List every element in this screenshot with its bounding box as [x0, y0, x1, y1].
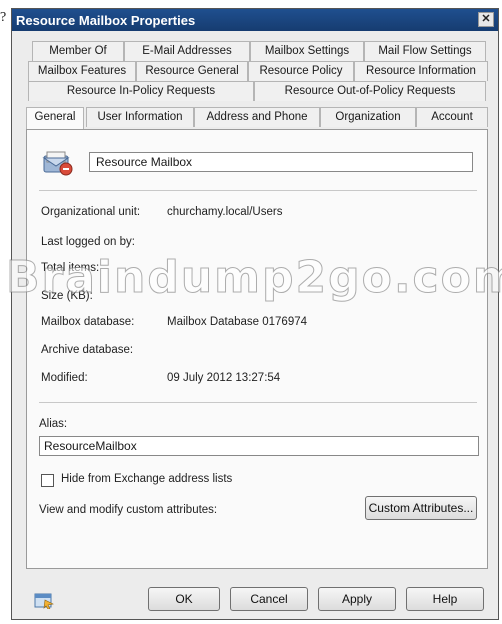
- tab-account[interactable]: Account: [416, 107, 488, 127]
- general-tab-panel: Resource Mailbox Organizational unit: ch…: [26, 129, 488, 569]
- divider: [39, 402, 477, 403]
- apply-button[interactable]: Apply: [318, 587, 396, 611]
- org-unit-label: Organizational unit:: [41, 206, 141, 218]
- resource-mailbox-icon: [42, 151, 73, 176]
- modified-value: 09 July 2012 13:27:54: [167, 372, 281, 384]
- mailbox-database-value: Mailbox Database 0176974: [167, 316, 308, 328]
- tab-resource-out-of-policy-requests[interactable]: Resource Out-of-Policy Requests: [254, 81, 486, 101]
- tab-resource-information[interactable]: Resource Information: [354, 61, 488, 81]
- divider: [39, 190, 477, 191]
- ok-button[interactable]: OK: [148, 587, 220, 611]
- properties-dialog: Resource Mailbox Properties ✕ Member Of …: [11, 8, 499, 620]
- tab-email-addresses[interactable]: E-Mail Addresses: [124, 41, 250, 61]
- tab-member-of[interactable]: Member Of: [32, 41, 124, 61]
- hide-from-address-lists-checkbox[interactable]: [41, 474, 54, 487]
- alias-input[interactable]: ResourceMailbox: [39, 436, 479, 456]
- custom-attributes-label: View and modify custom attributes:: [39, 504, 218, 516]
- close-button[interactable]: ✕: [478, 12, 494, 27]
- mailbox-database-label: Mailbox database:: [41, 316, 135, 328]
- last-logged-on-label: Last logged on by:: [41, 236, 135, 248]
- tab-general[interactable]: General: [26, 107, 84, 129]
- modified-label: Modified:: [41, 372, 88, 384]
- size-label: Size (KB):: [41, 290, 93, 302]
- tab-resource-in-policy-requests[interactable]: Resource In-Policy Requests: [28, 81, 254, 101]
- tab-mail-flow-settings[interactable]: Mail Flow Settings: [364, 41, 486, 61]
- hide-from-address-lists-label: Hide from Exchange address lists: [61, 473, 233, 485]
- stray-glyph: ?: [0, 10, 7, 25]
- display-name-field[interactable]: Resource Mailbox: [89, 152, 473, 172]
- help-button[interactable]: Help: [406, 587, 484, 611]
- tab-organization[interactable]: Organization: [320, 107, 416, 127]
- tab-mailbox-settings[interactable]: Mailbox Settings: [250, 41, 364, 61]
- tab-resource-general[interactable]: Resource General: [136, 61, 248, 81]
- tab-user-information[interactable]: User Information: [86, 107, 194, 127]
- alias-label: Alias:: [39, 418, 68, 430]
- tab-mailbox-features[interactable]: Mailbox Features: [28, 61, 136, 81]
- tab-resource-policy[interactable]: Resource Policy: [248, 61, 354, 81]
- org-unit-value: churchamy.local/Users: [167, 206, 283, 218]
- title-bar[interactable]: Resource Mailbox Properties ✕: [12, 9, 498, 31]
- cancel-button[interactable]: Cancel: [230, 587, 308, 611]
- dialog-title: Resource Mailbox Properties: [16, 13, 196, 28]
- custom-attributes-button[interactable]: Custom Attributes...: [365, 496, 477, 520]
- archive-database-label: Archive database:: [41, 344, 134, 356]
- total-items-label: Total items:: [41, 262, 100, 274]
- help-icon[interactable]: [34, 591, 54, 609]
- tab-address-and-phone[interactable]: Address and Phone: [194, 107, 320, 127]
